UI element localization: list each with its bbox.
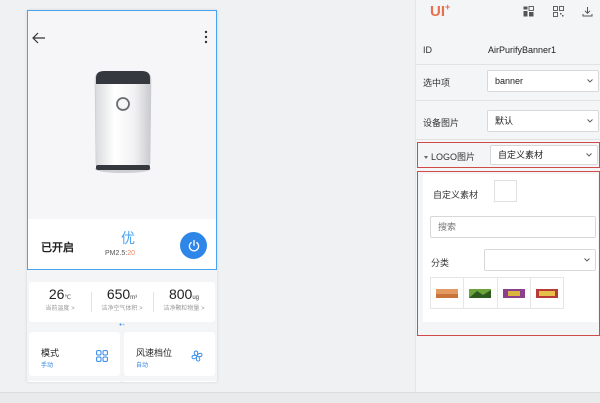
fan-speed-title: 风速档位 xyxy=(136,348,173,358)
stat-value: 26 xyxy=(48,286,65,302)
asset-thumbnail[interactable] xyxy=(464,278,498,308)
device-image-select[interactable]: 默认 xyxy=(487,110,599,132)
next-card xyxy=(29,381,120,382)
custom-asset-label: 自定义素材 xyxy=(433,190,479,200)
asset-thumbnail[interactable] xyxy=(431,278,465,308)
layers-icon[interactable] xyxy=(523,6,534,17)
pm25-value: 20 xyxy=(127,250,135,257)
air-purifier-image xyxy=(94,71,152,173)
logo-image-label-text: LOGO图片 xyxy=(431,152,476,162)
stat-clean-air[interactable]: 650m³ 洁净空气体积 > xyxy=(91,286,153,312)
logo-plus-icon: + xyxy=(445,2,451,12)
stat-particles[interactable]: 800ug 洁净颗粒物量 > xyxy=(153,286,215,312)
divider xyxy=(416,139,600,140)
selected-item-label: 选中项 xyxy=(423,78,451,88)
stat-temperature[interactable]: 26℃ 当前温度 > xyxy=(29,286,91,312)
phone-preview: 已开启 优 PM2.5:20 26℃ 当前温度 > 650m³ 洁净空气体积 > xyxy=(27,10,217,382)
pm25-readout: PM2.5:20 xyxy=(105,250,135,257)
page-indicator-dots xyxy=(119,323,125,326)
design-canvas: 已开启 优 PM2.5:20 26℃ 当前温度 > 650m³ 洁净空气体积 > xyxy=(0,0,415,392)
stat-label: 洁净空气体积 > xyxy=(101,306,143,312)
chevron-down-icon xyxy=(587,79,593,83)
logo-image-label[interactable]: LOGO图片 xyxy=(424,150,475,163)
mode-card[interactable]: 模式 手动 xyxy=(29,332,120,376)
app-logo: UI+ xyxy=(430,2,450,20)
custom-asset-panel: 自定义素材 分类 xyxy=(423,174,598,322)
stat-unit: ℃ xyxy=(64,295,72,301)
stat-label: 洁净颗粒物量 > xyxy=(163,306,205,312)
logo-image-row: LOGO图片 自定义素材 xyxy=(417,142,600,168)
next-card xyxy=(124,381,215,382)
mode-sub: 手动 xyxy=(41,363,54,369)
id-label: ID xyxy=(423,45,432,55)
qrcode-icon[interactable] xyxy=(553,6,564,17)
app-logo-text: UI xyxy=(430,3,445,20)
stat-value: 800 xyxy=(168,286,193,302)
pm25-label: PM2.5: xyxy=(105,250,128,257)
fan-speed-card[interactable]: 风速档位 自动 xyxy=(124,332,215,376)
panel-toolbar: UI+ xyxy=(416,0,600,22)
chevron-down-icon xyxy=(584,258,590,262)
stats-card: 26℃ 当前温度 > 650m³ 洁净空气体积 > 800ug 洁净颗粒物量 > xyxy=(29,282,215,322)
asset-thumbnail[interactable] xyxy=(498,278,531,308)
chevron-down-icon xyxy=(587,119,593,123)
asset-image-red xyxy=(535,288,558,298)
stat-unit: m³ xyxy=(130,295,138,301)
id-value: AirPurifyBanner1 xyxy=(488,45,557,55)
custom-asset-section: 自定义素材 分类 xyxy=(417,171,600,336)
divider xyxy=(416,64,600,65)
stat-value: 650 xyxy=(106,286,131,302)
status-bar xyxy=(0,392,600,403)
caret-down-icon xyxy=(424,156,428,160)
download-icon[interactable] xyxy=(582,6,593,17)
category-select[interactable] xyxy=(484,249,596,271)
asset-image-purple xyxy=(502,288,525,298)
chevron-down-icon xyxy=(586,153,592,157)
asset-thumbnail[interactable] xyxy=(531,278,563,308)
custom-asset-thumbnail[interactable] xyxy=(494,180,517,202)
device-image-label: 设备图片 xyxy=(423,118,460,128)
search-input[interactable] xyxy=(430,216,596,238)
divider xyxy=(416,100,600,101)
power-button[interactable] xyxy=(180,232,207,259)
banner-image-area xyxy=(28,11,216,219)
selected-item-value: banner xyxy=(495,76,524,86)
air-quality-text: 优 xyxy=(121,230,135,246)
stat-unit: ug xyxy=(192,295,200,301)
banner-component[interactable]: 已开启 优 PM2.5:20 xyxy=(27,10,217,270)
stat-label: 当前温度 > xyxy=(45,306,75,312)
properties-panel: UI+ ID AirPurifyBanner1 选中项 banner 设备图片 … xyxy=(415,0,600,392)
fan-speed-sub: 自动 xyxy=(136,363,149,369)
asset-image-green xyxy=(469,288,492,298)
selected-item-select[interactable]: banner xyxy=(487,70,599,92)
logo-image-select[interactable]: 自定义素材 xyxy=(490,145,598,165)
device-image-value: 默认 xyxy=(495,116,514,126)
grid-icon xyxy=(96,350,108,362)
asset-thumbnail-grid xyxy=(430,277,564,309)
more-vertical-icon[interactable] xyxy=(204,29,208,45)
category-label: 分类 xyxy=(431,258,450,268)
logo-image-value: 自定义素材 xyxy=(498,150,544,160)
fan-icon xyxy=(191,350,203,362)
asset-image-orange xyxy=(436,288,459,298)
power-status-text: 已开启 xyxy=(41,242,74,254)
mode-title: 模式 xyxy=(41,348,60,358)
back-arrow-icon[interactable] xyxy=(32,31,46,45)
status-row: 已开启 优 PM2.5:20 xyxy=(28,219,216,269)
power-icon xyxy=(188,239,199,251)
